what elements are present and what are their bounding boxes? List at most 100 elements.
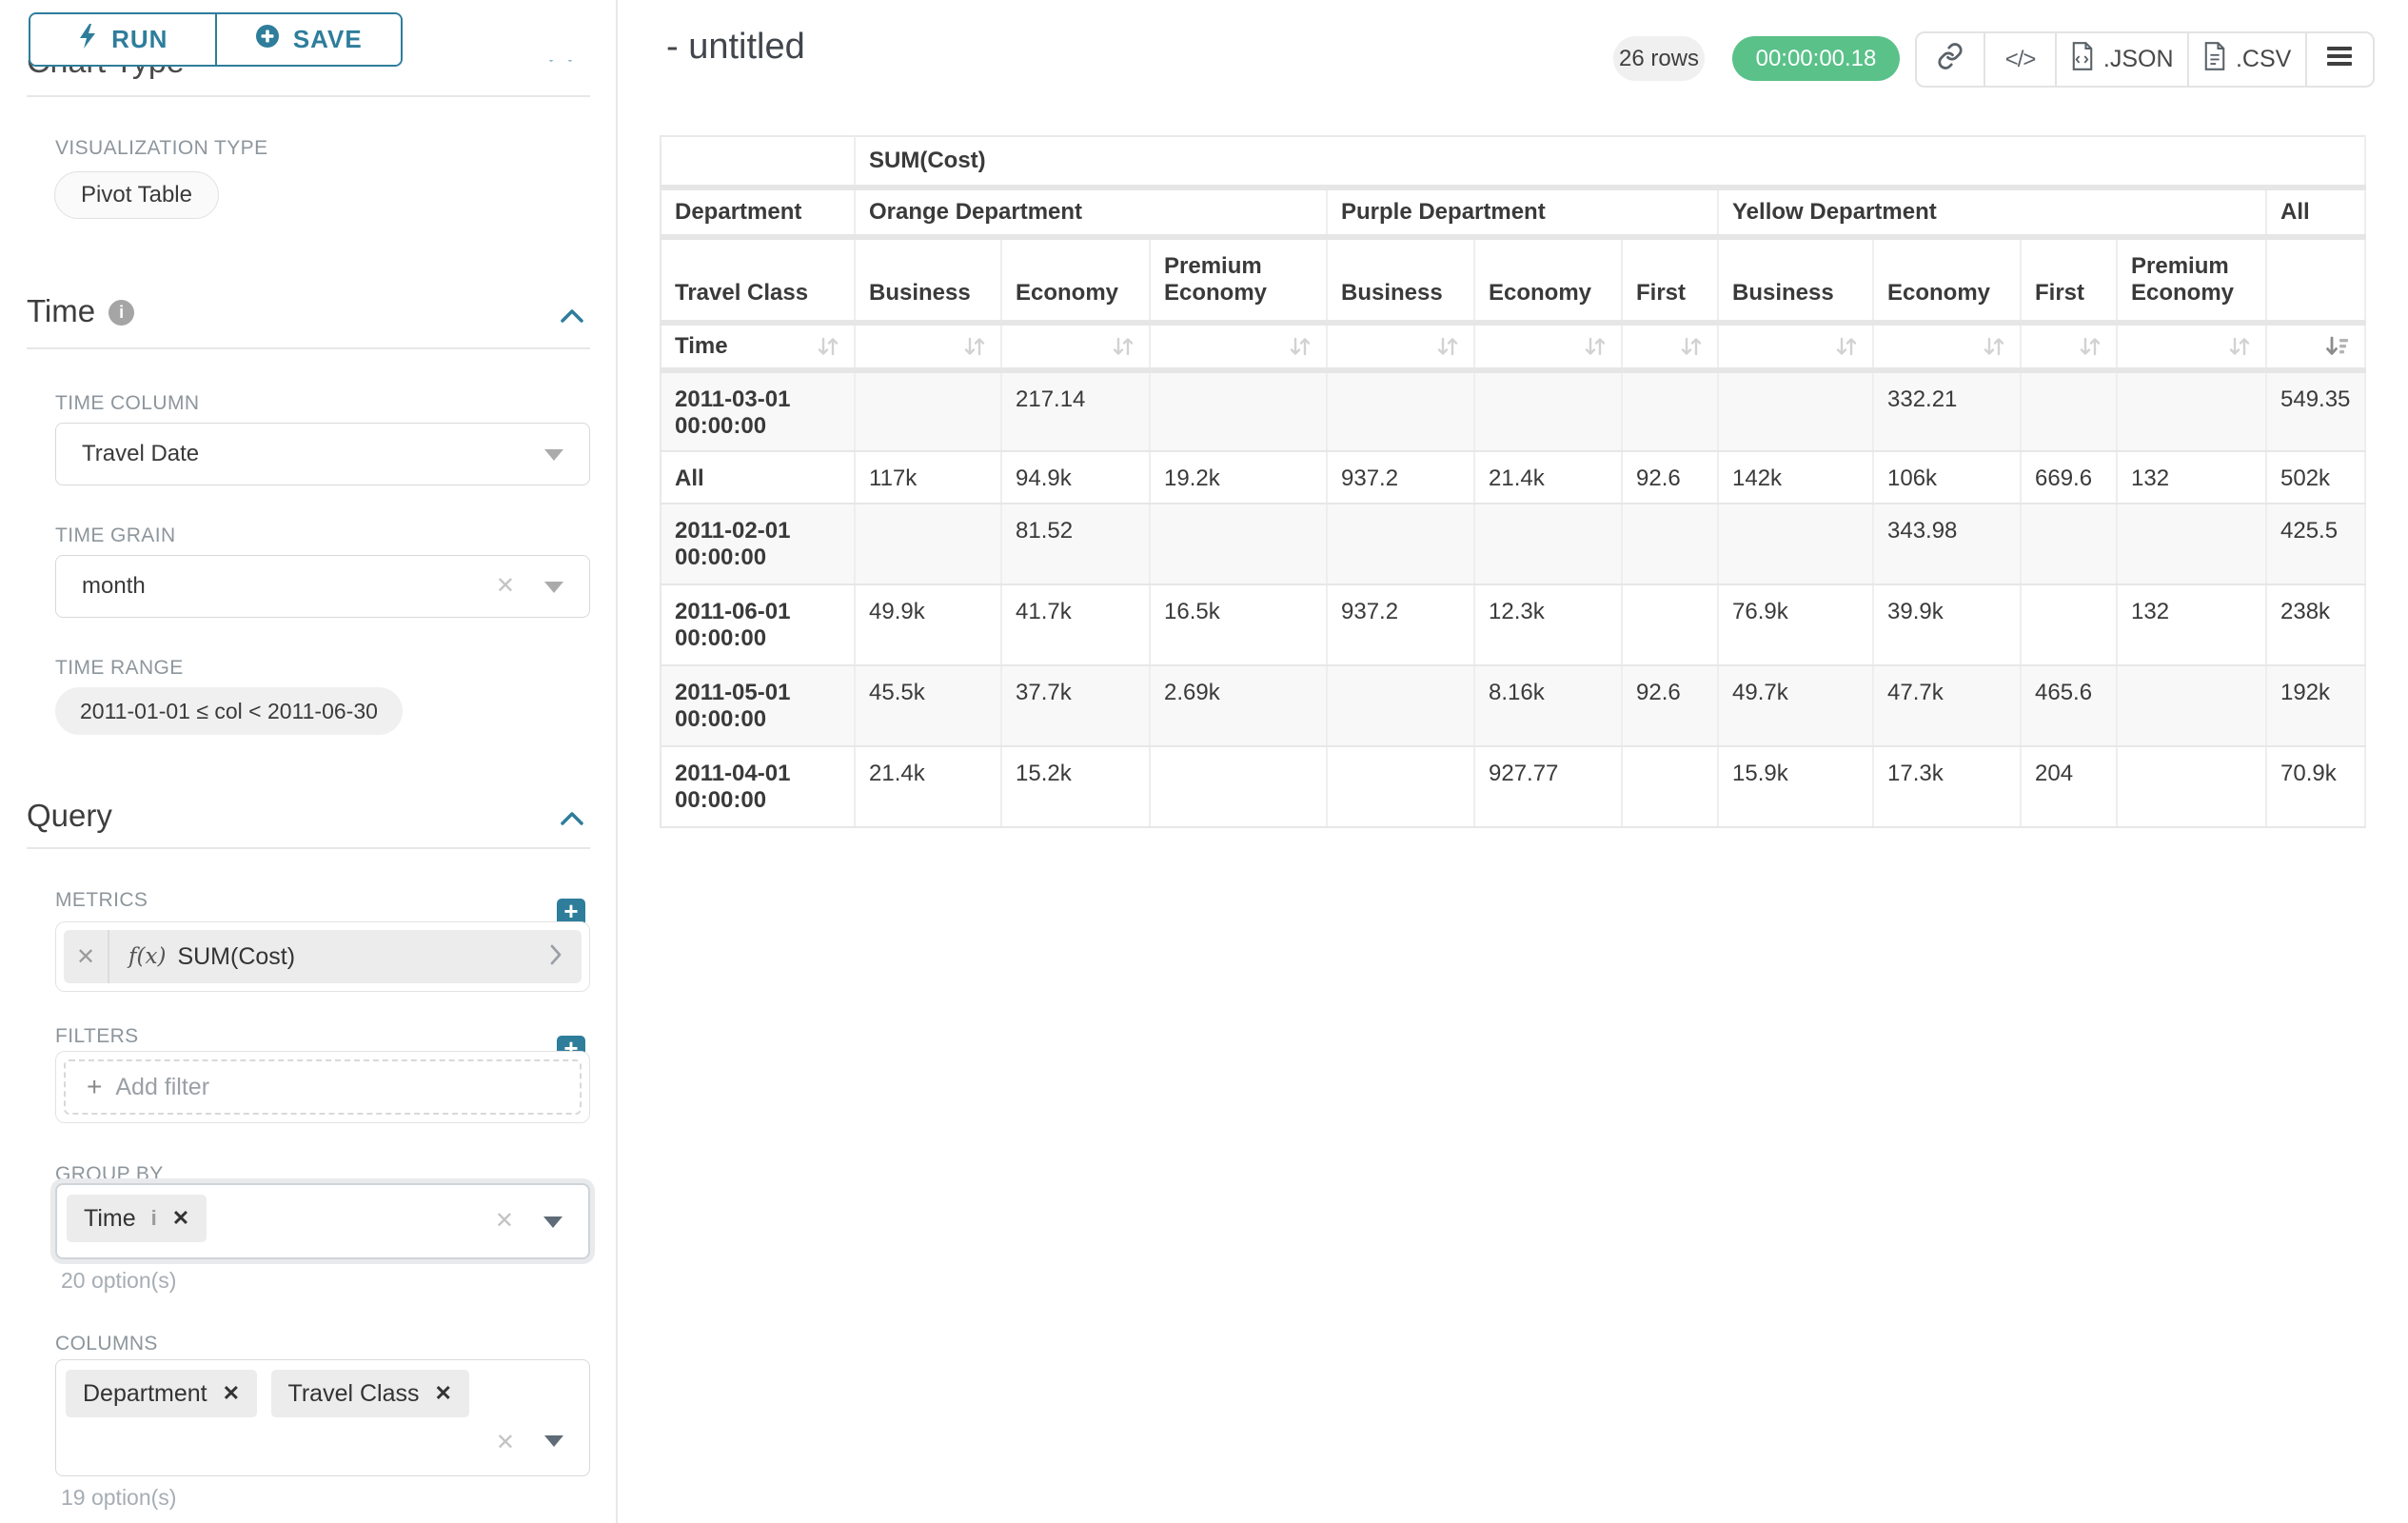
chevron-down-icon[interactable] bbox=[544, 582, 563, 593]
time-grain-select[interactable]: month ✕ bbox=[55, 555, 590, 618]
value-cell: 106k bbox=[1873, 451, 2021, 504]
group-by-tag[interactable]: Time i ✕ bbox=[67, 1195, 207, 1242]
plus-icon: + bbox=[87, 1072, 102, 1102]
sort-descending-icon[interactable] bbox=[2324, 334, 2351, 359]
visualization-type-pill[interactable]: Pivot Table bbox=[54, 171, 219, 219]
add-filter-placeholder: Add filter bbox=[115, 1074, 209, 1101]
travel-class-header: Premium Economy bbox=[2117, 237, 2266, 323]
department-group-header: Yellow Department bbox=[1718, 188, 2266, 237]
sort-icon[interactable] bbox=[1834, 334, 1859, 359]
value-cell: 937.2 bbox=[1327, 451, 1474, 504]
value-cell bbox=[1150, 746, 1327, 827]
remove-tag-icon[interactable]: ✕ bbox=[223, 1383, 240, 1404]
more-options-button[interactable] bbox=[2307, 33, 2373, 86]
time-column-select[interactable]: Travel Date bbox=[55, 423, 590, 485]
export-json-label: .JSON bbox=[2103, 46, 2174, 73]
info-icon[interactable]: i bbox=[151, 1206, 157, 1231]
columns-tag[interactable]: Department ✕ bbox=[66, 1370, 257, 1417]
sort-icon[interactable] bbox=[1435, 334, 1460, 359]
row-count-badge: 26 rows bbox=[1613, 36, 1705, 81]
metric-header-cell: SUM(Cost) bbox=[855, 136, 2365, 188]
row-header: 2011-06-01 00:00:00 bbox=[661, 584, 855, 665]
sortable-column-cell bbox=[2266, 323, 2365, 370]
run-button[interactable]: RUN bbox=[30, 14, 215, 65]
short-link-button[interactable] bbox=[1917, 33, 1985, 86]
value-cell bbox=[1474, 504, 1622, 584]
value-cell bbox=[2117, 746, 2266, 827]
sort-icon[interactable] bbox=[2078, 334, 2102, 359]
chevron-down-icon[interactable] bbox=[544, 1435, 563, 1447]
sortable-column-cell bbox=[1718, 323, 1873, 370]
value-cell: 343.98 bbox=[1873, 504, 2021, 584]
run-label: RUN bbox=[111, 25, 168, 54]
chevron-down-icon[interactable] bbox=[544, 449, 563, 461]
value-cell: 16.5k bbox=[1150, 584, 1327, 665]
time-range-label: TIME RANGE bbox=[55, 657, 184, 680]
travel-class-header: Premium Economy bbox=[1150, 237, 1327, 323]
value-cell: 15.9k bbox=[1718, 746, 1873, 827]
info-icon[interactable]: i bbox=[109, 300, 134, 326]
value-cell bbox=[1150, 504, 1327, 584]
metrics-label: METRICS bbox=[55, 889, 148, 912]
value-cell bbox=[1622, 746, 1718, 827]
add-filter-dropzone[interactable]: + Add filter bbox=[64, 1059, 582, 1115]
menu-icon bbox=[2326, 45, 2353, 74]
sort-icon[interactable] bbox=[1583, 334, 1608, 359]
clear-icon[interactable]: ✕ bbox=[495, 1210, 514, 1233]
value-cell bbox=[1622, 504, 1718, 584]
columns-label: COLUMNS bbox=[55, 1333, 158, 1355]
sort-icon[interactable] bbox=[1288, 334, 1313, 359]
export-json-button[interactable]: .JSON bbox=[2057, 33, 2189, 86]
time-range-pill[interactable]: 2011-01-01 ≤ col < 2011-06-30 bbox=[55, 687, 403, 735]
time-grain-value: month bbox=[82, 573, 146, 600]
sort-icon[interactable] bbox=[2227, 334, 2252, 359]
time-section-title: Timei bbox=[27, 293, 134, 329]
value-cell: 41.7k bbox=[1001, 584, 1150, 665]
value-cell bbox=[2021, 370, 2117, 451]
value-cell bbox=[2117, 665, 2266, 746]
columns-select[interactable]: Department ✕ Travel Class ✕ ✕ bbox=[55, 1359, 590, 1476]
collapse-query-section-icon[interactable] bbox=[560, 809, 584, 831]
clear-icon[interactable]: ✕ bbox=[496, 1432, 515, 1454]
sort-icon[interactable] bbox=[1679, 334, 1704, 359]
value-cell: 937.2 bbox=[1327, 584, 1474, 665]
value-cell: 927.77 bbox=[1474, 746, 1622, 827]
table-row: 2011-03-01 00:00:00217.14332.21549.35 bbox=[661, 370, 2365, 451]
value-cell: 132 bbox=[2117, 584, 2266, 665]
columns-tag[interactable]: Travel Class ✕ bbox=[271, 1370, 469, 1417]
clear-icon[interactable]: ✕ bbox=[496, 575, 515, 598]
save-label: SAVE bbox=[293, 25, 363, 54]
embed-code-button[interactable]: </> bbox=[1985, 33, 2056, 86]
sort-icon[interactable] bbox=[1111, 334, 1135, 359]
remove-metric-icon[interactable]: ✕ bbox=[64, 930, 109, 983]
value-cell: 17.3k bbox=[1873, 746, 2021, 827]
sort-icon[interactable] bbox=[1982, 334, 2006, 359]
group-by-select[interactable]: Time i ✕ ✕ bbox=[55, 1183, 590, 1259]
table-row: 2011-06-01 00:00:0049.9k41.7k16.5k937.21… bbox=[661, 584, 2365, 665]
divider bbox=[27, 95, 590, 97]
sortable-column-cell bbox=[1873, 323, 2021, 370]
value-cell: 15.2k bbox=[1001, 746, 1150, 827]
value-cell: 465.6 bbox=[2021, 665, 2117, 746]
metric-name: SUM(Cost) bbox=[177, 943, 295, 971]
code-icon: </> bbox=[2005, 47, 2036, 73]
metric-pill[interactable]: ✕ f(x) SUM(Cost) bbox=[64, 930, 582, 983]
sortable-column-cell bbox=[2117, 323, 2266, 370]
value-cell: 92.6 bbox=[1622, 451, 1718, 504]
query-section-title: Query bbox=[27, 798, 112, 834]
sortable-column-cell bbox=[1622, 323, 1718, 370]
save-button[interactable]: SAVE bbox=[215, 14, 402, 65]
value-cell: 425.5 bbox=[2266, 504, 2365, 584]
remove-tag-icon[interactable]: ✕ bbox=[172, 1208, 189, 1229]
value-cell: 142k bbox=[1718, 451, 1873, 504]
link-icon bbox=[1936, 42, 1964, 77]
remove-tag-icon[interactable]: ✕ bbox=[435, 1383, 452, 1404]
collapse-time-section-icon[interactable] bbox=[560, 307, 584, 328]
chevron-right-icon[interactable] bbox=[549, 943, 563, 971]
chevron-down-icon[interactable] bbox=[543, 1216, 563, 1228]
chart-title[interactable]: - untitled bbox=[666, 27, 805, 68]
function-icon: f(x) bbox=[128, 944, 166, 969]
sort-icon[interactable] bbox=[816, 334, 840, 359]
sort-icon[interactable] bbox=[962, 334, 987, 359]
export-csv-button[interactable]: .CSV bbox=[2189, 33, 2307, 86]
